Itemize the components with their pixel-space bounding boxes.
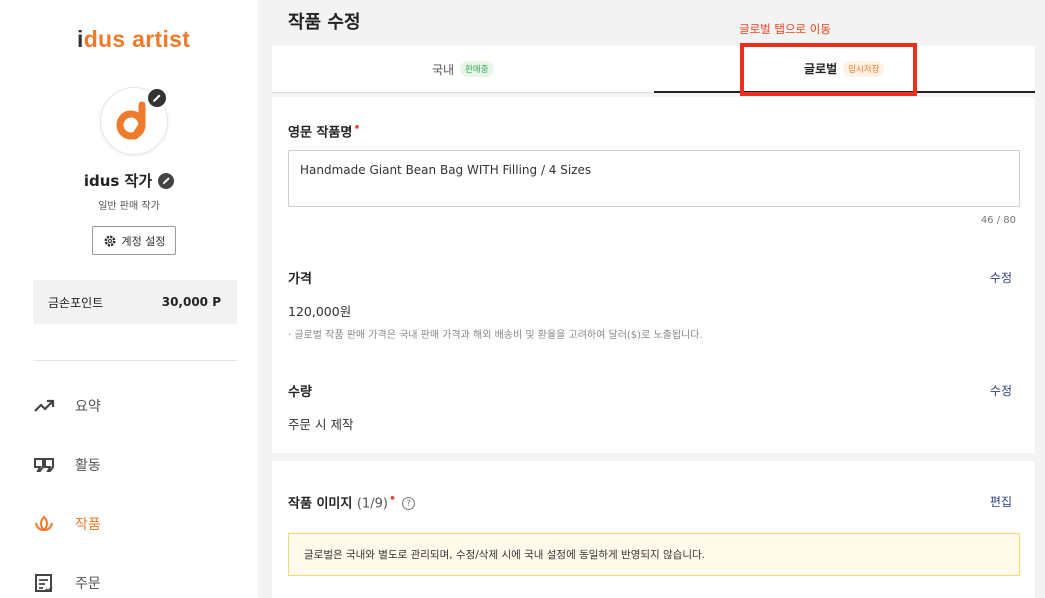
points-label: 금손포인트 bbox=[48, 295, 104, 310]
quantity-value: 주문 시 제작 bbox=[288, 417, 354, 432]
required-dot: • bbox=[388, 492, 396, 505]
points-value: 30,000 P bbox=[161, 295, 221, 309]
quantity-edit-link[interactable]: 수정 bbox=[990, 382, 1012, 399]
annotation-text: 글로벌 탭으로 이동 bbox=[739, 22, 831, 36]
image-edit-link[interactable]: 편집 bbox=[990, 493, 1012, 510]
product-image-card: 작품 이미지 (1/9)•? 편집 글로벌은 국내와 별도로 관리되며, 수정/… bbox=[272, 461, 1035, 598]
tab-bar: 국내 판매중 글로벌 임시저장 bbox=[272, 46, 1035, 93]
artist-name-row: idus 작가 bbox=[0, 170, 258, 191]
avatar-edit-pencil-icon[interactable] bbox=[146, 87, 168, 109]
account-settings-button[interactable]: 계정 설정 bbox=[92, 226, 176, 255]
sidebar-item-activity[interactable]: 활동 bbox=[33, 453, 237, 477]
edit-name-pencil-icon[interactable] bbox=[158, 172, 175, 189]
price-edit-link[interactable]: 수정 bbox=[990, 269, 1012, 286]
receipt-icon bbox=[33, 572, 55, 594]
price-label: 가격 bbox=[288, 272, 312, 287]
product-image-label: 작품 이미지 (1/9)•? bbox=[288, 492, 415, 511]
product-info-card: 영문 작품명• Handmade Giant Bean Bag WITH Fil… bbox=[272, 97, 1035, 453]
gear-icon bbox=[104, 235, 115, 246]
annotation-highlight-box bbox=[740, 43, 917, 96]
page-title: 작품 수정 bbox=[288, 12, 361, 33]
sidebar: idus artist idus 작가 일반 판매 작가 계정 설정 금손포인트… bbox=[0, 0, 258, 598]
idus-d-logo-icon bbox=[116, 101, 146, 140]
quantity-label: 수량 bbox=[288, 385, 312, 400]
quote-icon bbox=[33, 454, 55, 476]
image-count: (1/9) bbox=[356, 496, 388, 512]
trend-up-icon bbox=[33, 395, 55, 417]
gold-points-box[interactable]: 금손포인트 30,000 P bbox=[33, 280, 237, 324]
english-title-input[interactable]: Handmade Giant Bean Bag WITH Filling / 4… bbox=[288, 150, 1020, 207]
artist-type: 일반 판매 작가 bbox=[98, 201, 160, 212]
leaf-icon bbox=[33, 513, 55, 535]
sidebar-divider bbox=[33, 360, 237, 361]
english-title-label: 영문 작품명• bbox=[288, 121, 361, 141]
required-dot: • bbox=[353, 121, 361, 134]
artist-name: idus 작가 bbox=[83, 172, 153, 190]
sidebar-item-orders[interactable]: 주문 bbox=[33, 571, 237, 595]
status-badge: 판매중 bbox=[460, 61, 494, 77]
price-value: 120,000원 bbox=[288, 304, 352, 319]
idus-artist-logo[interactable]: idus artist bbox=[77, 26, 190, 53]
price-note: · 글로벌 작품 판매 가격은 국내 판매 가격과 해외 배송비 및 환율을 고… bbox=[288, 330, 703, 341]
global-notice-box: 글로벌은 국내와 별도로 관리되며, 수정/삭제 시에 국내 설정에 동일하게 … bbox=[288, 533, 1020, 576]
title-char-counter: 46 / 80 bbox=[980, 215, 1016, 226]
tab-domestic[interactable]: 국내 판매중 bbox=[272, 46, 654, 93]
help-question-icon[interactable]: ? bbox=[401, 497, 415, 511]
sidebar-item-summary[interactable]: 요약 bbox=[33, 394, 237, 418]
sidebar-item-works[interactable]: 작품 bbox=[33, 512, 237, 536]
